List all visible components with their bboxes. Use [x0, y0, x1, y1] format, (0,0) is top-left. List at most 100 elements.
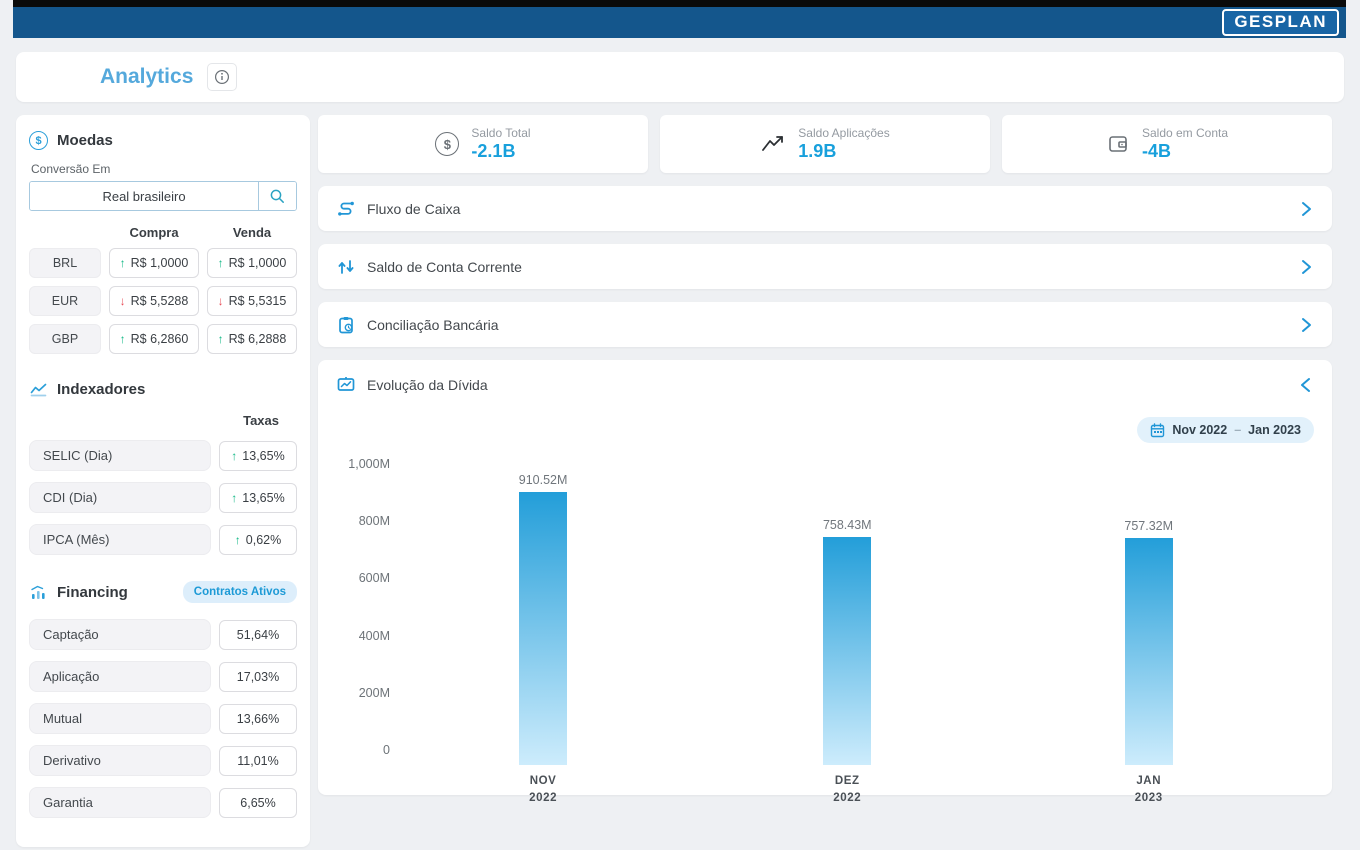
date-range-start: Nov 2022 [1172, 423, 1227, 437]
debt-section-header[interactable]: Evolução da Dívida [336, 375, 1314, 395]
date-range-badge[interactable]: Nov 2022 – Jan 2023 [1137, 417, 1314, 443]
section-saldo-de-conta-corrente[interactable]: Saldo de Conta Corrente [318, 244, 1332, 289]
analytics-header-card: Analytics [16, 52, 1344, 102]
financing-row: Garantia 6,65% [29, 787, 297, 818]
y-tick: 200M [359, 686, 390, 700]
currency-buy-value: ↓ R$ 5,5288 [109, 286, 199, 316]
x-axis-label: JAN 2023 [1135, 773, 1163, 806]
financing-label: Aplicação [29, 661, 211, 692]
dollar-circle-icon: $ [29, 131, 48, 150]
stat-label: Saldo Total [471, 126, 530, 140]
bar-value-label: 910.52M [519, 473, 568, 487]
chevron-left-icon[interactable] [1298, 376, 1314, 394]
index-label: SELIC (Dia) [29, 440, 211, 471]
trend-arrow-icon: ↑ [231, 449, 237, 463]
financing-row: Captação 51,64% [29, 619, 297, 650]
moedas-section-header: $ Moedas [29, 131, 297, 150]
index-value: ↑ 13,65% [219, 483, 297, 513]
stat-value: -4B [1142, 141, 1228, 162]
index-value: ↑ 13,65% [219, 441, 297, 471]
stats-row: $ Saldo Total -2.1B Saldo Aplicações 1.9… [318, 115, 1332, 173]
section-label: Fluxo de Caixa [367, 201, 1298, 217]
trend-arrow-icon: ↑ [231, 491, 237, 505]
bar-value-label: 758.43M [823, 518, 872, 532]
chevron-right-icon[interactable] [1298, 200, 1314, 218]
financing-row: Derivativo 11,01% [29, 745, 297, 776]
stat-value: 1.9B [798, 141, 889, 162]
financing-section-header: Financing [29, 583, 128, 602]
financing-value: 11,01% [219, 746, 297, 776]
stat-card-saldo-total: $ Saldo Total -2.1B [318, 115, 648, 173]
financing-row: Aplicação 17,03% [29, 661, 297, 692]
index-label: IPCA (Mês) [29, 524, 211, 555]
currency-buy-value: ↑ R$ 1,0000 [109, 248, 199, 278]
y-tick: 400M [359, 629, 390, 643]
trend-arrow-icon: ↓ [218, 294, 224, 308]
trend-arrow-icon: ↓ [120, 294, 126, 308]
currency-table: Compra Venda BRL ↑ R$ 1,0000 ↑ R$ 1,0000… [29, 225, 297, 354]
stat-label: Saldo em Conta [1142, 126, 1228, 140]
bar-chart-trend-icon [29, 583, 48, 602]
bar-dez-2022[interactable] [823, 537, 871, 765]
date-range-end: Jan 2023 [1248, 423, 1301, 437]
section-fluxo-de-caixa[interactable]: Fluxo de Caixa [318, 186, 1332, 231]
clipboard-clock-icon [336, 315, 356, 335]
col-header-venda: Venda [207, 225, 297, 240]
stat-card-saldo-em-conta: Saldo em Conta -4B [1002, 115, 1332, 173]
trending-up-icon [760, 133, 786, 155]
moedas-title: Moedas [57, 132, 113, 149]
presentation-chart-icon [336, 375, 356, 395]
info-button[interactable] [207, 63, 237, 91]
bar-jan-2023[interactable] [1125, 538, 1173, 765]
currency-sell-value: ↑ R$ 6,2888 [207, 324, 297, 354]
indexadores-title: Indexadores [57, 381, 145, 398]
financing-value: 6,65% [219, 788, 297, 818]
y-tick: 0 [383, 743, 390, 757]
index-row: IPCA (Mês) ↑ 0,62% [29, 524, 297, 555]
search-button[interactable] [258, 182, 296, 210]
financing-section: Financing Contratos Ativos Captação 51,6… [29, 581, 297, 818]
chevron-right-icon[interactable] [1298, 316, 1314, 334]
index-value: ↑ 0,62% [219, 525, 297, 555]
bar-group-dez-2022: 758.43M DEZ 2022 [823, 465, 871, 765]
currency-sell-value: ↑ R$ 1,0000 [207, 248, 297, 278]
indexadores-section-header: Indexadores [29, 380, 297, 399]
financing-label: Derivativo [29, 745, 211, 776]
section-label: Saldo de Conta Corrente [367, 259, 1298, 275]
trend-arrow-icon: ↑ [218, 332, 224, 346]
x-axis-label: DEZ 2022 [833, 773, 861, 806]
x-axis-label: NOV 2022 [529, 773, 557, 806]
info-icon [214, 69, 230, 85]
bar-nov-2022[interactable] [519, 492, 567, 765]
page-title: Analytics [100, 65, 193, 89]
currency-search [29, 181, 297, 211]
line-chart-icon [29, 380, 48, 399]
financing-title: Financing [57, 584, 128, 601]
currency-code: BRL [29, 248, 101, 278]
y-axis: 1,000M 800M 600M 400M 200M 0 [336, 457, 406, 757]
financing-value: 13,66% [219, 704, 297, 734]
section-label: Conciliação Bancária [367, 317, 1298, 333]
cash-flow-icon [336, 199, 356, 219]
wallet-icon [1106, 132, 1130, 156]
bar-group-nov-2022: 910.52M NOV 2022 [519, 465, 567, 765]
stat-value: -2.1B [471, 141, 530, 162]
contratos-ativos-badge[interactable]: Contratos Ativos [183, 581, 297, 603]
financing-label: Garantia [29, 787, 211, 818]
debt-section-title: Evolução da Dívida [367, 377, 1298, 393]
currency-sell-value: ↓ R$ 5,5315 [207, 286, 297, 316]
date-range-separator: – [1234, 423, 1241, 437]
conversion-label: Conversão Em [31, 162, 297, 176]
trend-arrow-icon: ↑ [235, 533, 241, 547]
currency-search-input[interactable] [30, 182, 258, 210]
index-row: SELIC (Dia) ↑ 13,65% [29, 440, 297, 471]
index-label: CDI (Dia) [29, 482, 211, 513]
index-row: CDI (Dia) ↑ 13,65% [29, 482, 297, 513]
financing-label: Captação [29, 619, 211, 650]
section-conciliacao-bancaria[interactable]: Conciliação Bancária [318, 302, 1332, 347]
chevron-right-icon[interactable] [1298, 258, 1314, 276]
indexadores-section: Indexadores Taxas SELIC (Dia) ↑ 13,65% C… [29, 380, 297, 555]
trend-arrow-icon: ↑ [218, 256, 224, 270]
currency-code: GBP [29, 324, 101, 354]
calendar-icon [1150, 423, 1165, 438]
